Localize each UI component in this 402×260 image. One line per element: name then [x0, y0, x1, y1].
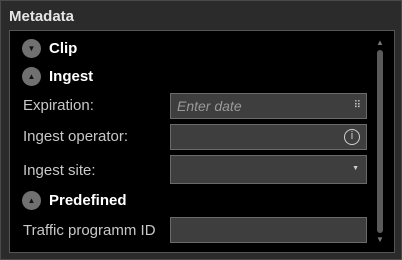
calendar-icon[interactable]: ⠿: [354, 100, 361, 111]
chevron-down-icon[interactable]: ▼: [22, 39, 41, 58]
section-clip[interactable]: ▼ Clip: [22, 39, 77, 58]
ingest-site-dropdown[interactable]: ▼: [170, 155, 367, 184]
traffic-program-id-field[interactable]: [170, 217, 367, 243]
section-clip-label: Clip: [49, 40, 78, 57]
scroll-up-arrow-icon[interactable]: ▲: [374, 38, 386, 48]
section-predefined-label: Predefined: [49, 192, 127, 209]
panel-title: Metadata: [9, 8, 75, 25]
ingest-operator-label: Ingest operator:: [23, 128, 129, 145]
ingest-site-label: Ingest site:: [23, 162, 96, 179]
section-predefined[interactable]: ▲ Predefined: [22, 191, 127, 210]
expiration-placeholder: Enter date: [177, 98, 242, 114]
chevron-up-icon[interactable]: ▲: [22, 67, 41, 86]
expiration-label: Expiration:: [23, 97, 94, 114]
chevron-up-icon[interactable]: ▲: [22, 191, 41, 210]
info-icon[interactable]: i: [344, 129, 360, 145]
section-ingest[interactable]: ▲ Ingest: [22, 67, 93, 86]
traffic-program-id-label: Traffic programm ID: [23, 222, 156, 239]
metadata-content: ▼ Clip ▲ Ingest Expiration: Enter date ⠿…: [9, 30, 395, 253]
dropdown-arrow-icon: ▼: [352, 165, 359, 172]
ingest-operator-field[interactable]: i: [170, 124, 367, 150]
vertical-scrollbar[interactable]: ▲ ▼: [374, 38, 386, 245]
section-ingest-label: Ingest: [49, 68, 94, 85]
metadata-panel: Metadata ▼ Clip ▲ Ingest Expiration: Ent…: [0, 0, 402, 260]
scroll-down-arrow-icon[interactable]: ▼: [374, 235, 386, 245]
expiration-date-field[interactable]: Enter date ⠿: [170, 93, 367, 119]
scrollbar-thumb[interactable]: [377, 50, 383, 233]
